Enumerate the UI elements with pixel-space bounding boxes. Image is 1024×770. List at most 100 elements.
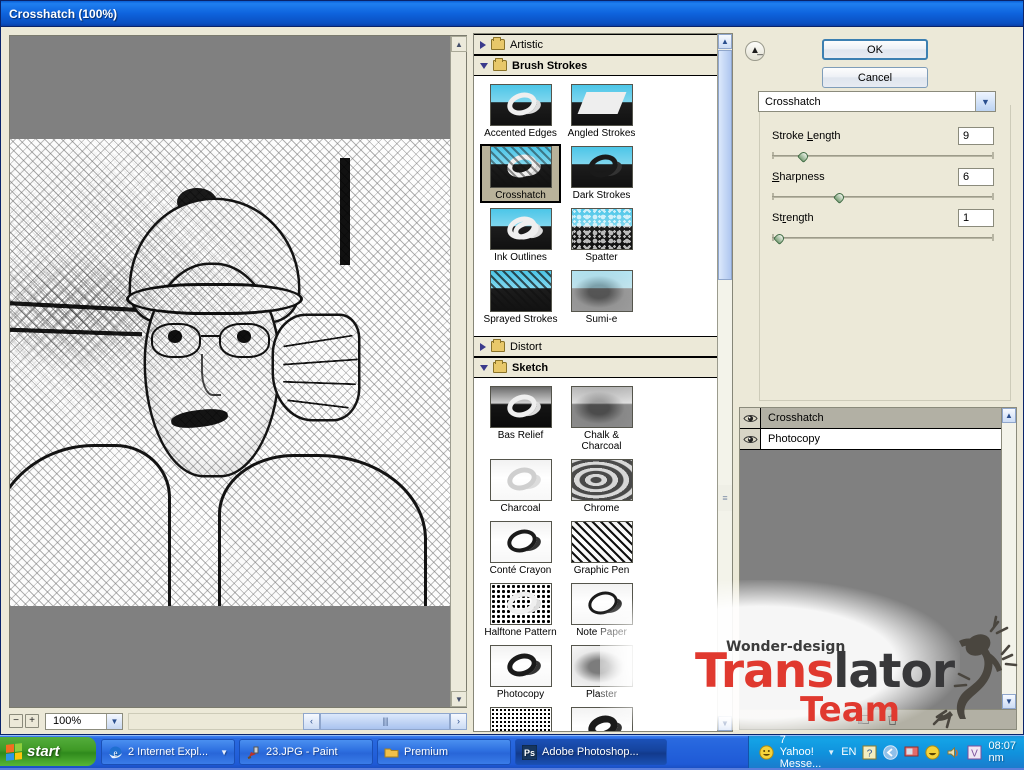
filter-thumbnail-bas-relief[interactable]: Bas Relief xyxy=(480,384,561,454)
effect-layer-name: Photocopy xyxy=(768,433,820,445)
filter-thumbnail-halftone-pattern[interactable]: Halftone Pattern xyxy=(480,581,561,640)
slider-track-sharpness[interactable] xyxy=(772,191,994,204)
filter-category-artistic[interactable]: Artistic xyxy=(474,34,717,55)
filter-thumbnail-stamp[interactable]: Stamp xyxy=(561,705,642,731)
slider-knob-sharpness[interactable] xyxy=(832,191,846,204)
filter-thumbnail-spatter[interactable]: Spatter xyxy=(561,206,642,265)
effect-layer-row[interactable]: Crosshatch xyxy=(740,408,1001,429)
filter-gallery-column: Artistic Brush Strokes Accented Edges Angle… xyxy=(471,31,733,734)
filter-thumbnail-chrome[interactable]: Chrome xyxy=(561,457,642,516)
cancel-button[interactable]: Cancel xyxy=(822,67,928,88)
filter-thumbnail-angled-strokes[interactable]: Angled Strokes xyxy=(561,82,642,141)
filter-gallery-scroll-area[interactable]: Artistic Brush Strokes Accented Edges Angle… xyxy=(474,34,717,731)
scroll-track[interactable] xyxy=(718,280,732,485)
scroll-up-icon[interactable]: ▲ xyxy=(718,34,732,49)
filter-category-sketch[interactable]: Sketch xyxy=(474,357,717,378)
taskbar-button-premium[interactable]: Premium xyxy=(377,739,511,765)
start-button[interactable]: start xyxy=(0,737,96,766)
scroll-up-icon[interactable]: ▲ xyxy=(1002,408,1016,423)
taskbar-button-adobe-photoshop[interactable]: Ps Adobe Photoshop... xyxy=(515,739,667,765)
slider-knob-stroke-length[interactable] xyxy=(797,150,810,163)
scroll-down-icon[interactable]: ▼ xyxy=(451,691,467,707)
scroll-thumb[interactable]: |||| xyxy=(320,712,450,730)
dialog-title: Crosshatch (100%) xyxy=(9,6,118,21)
layers-vertical-scrollbar[interactable]: ▲ ▼ xyxy=(1001,408,1016,709)
slider-knob-strength[interactable] xyxy=(772,232,786,245)
language-indicator[interactable]: EN xyxy=(841,746,856,758)
filter-thumbnail-chalk-charcoal[interactable]: Chalk & Charcoal xyxy=(561,384,642,454)
preview-horizontal-scrollbar[interactable]: ‹ |||| › xyxy=(128,712,467,730)
scroll-track[interactable] xyxy=(1002,423,1016,694)
yahoo-smiley-icon[interactable] xyxy=(925,744,941,760)
effect-layers-list[interactable]: Crosshatch Photocopy xyxy=(740,408,1001,709)
filter-thumbnail-crosshatch[interactable]: Crosshatch xyxy=(480,144,561,203)
preview-canvas[interactable] xyxy=(10,36,450,707)
effect-layer-row[interactable]: Photocopy xyxy=(740,429,1001,450)
zoom-in-button[interactable]: + xyxy=(25,714,39,728)
help-icon[interactable]: ? xyxy=(862,745,877,760)
filter-thumbnail-photocopy[interactable]: Photocopy xyxy=(480,643,561,702)
svg-text:?: ? xyxy=(867,748,873,759)
yahoo-messenger-label[interactable]: 7 Yahoo! Messe... xyxy=(780,734,822,770)
zoom-level-combobox[interactable]: 100% ▼ xyxy=(45,712,123,730)
avg-icon[interactable]: V xyxy=(967,745,982,760)
filter-category-distort[interactable]: Distort xyxy=(474,336,717,357)
chevron-down-icon[interactable]: ▼ xyxy=(975,92,995,111)
chevron-down-icon[interactable]: ▼ xyxy=(220,748,228,757)
clock[interactable]: 08:07 nm xyxy=(988,740,1016,764)
filter-thumbnail-dark-strokes[interactable]: Dark Strokes xyxy=(561,144,642,203)
scroll-down-icon[interactable]: ▼ xyxy=(1002,694,1016,709)
slider-track-strength[interactable] xyxy=(772,232,994,245)
filter-thumbnail-ink-outlines[interactable]: Ink Outlines xyxy=(480,206,561,265)
filter-thumbnail-sprayed-strokes[interactable]: Sprayed Strokes xyxy=(480,268,561,327)
slider-track-stroke-length[interactable] xyxy=(772,150,994,163)
filter-thumbnail-note-paper[interactable]: Note Paper xyxy=(561,581,642,640)
double-chevron-up-icon[interactable]: ▲̲ xyxy=(745,41,765,61)
scroll-track[interactable] xyxy=(718,511,732,716)
filter-thumbnail-cont-crayon[interactable]: Conté Crayon xyxy=(480,519,561,578)
show-hidden-icons-icon[interactable] xyxy=(883,744,899,760)
filter-thumbnail-plaster[interactable]: Plaster xyxy=(561,643,642,702)
chevron-down-icon[interactable]: ▼ xyxy=(827,748,835,757)
scroll-left-icon[interactable]: ‹ xyxy=(303,712,320,730)
filter-category-brush-strokes[interactable]: Brush Strokes xyxy=(474,55,717,76)
eye-visibility-icon[interactable] xyxy=(740,408,761,428)
gallery-vertical-scrollbar[interactable]: ▲ ≡ ▼ xyxy=(717,34,732,731)
scroll-right-icon[interactable]: › xyxy=(450,712,467,730)
volume-icon[interactable] xyxy=(946,745,961,760)
slider-value-strength[interactable]: 1 xyxy=(958,209,994,227)
delete-effect-layer-icon[interactable] xyxy=(886,713,899,726)
filter-thumbnail-reticulation[interactable]: Reticulation xyxy=(480,705,561,731)
scroll-track[interactable] xyxy=(128,712,303,730)
scroll-thumb[interactable] xyxy=(718,50,732,280)
filter-thumbnail-sumi-e[interactable]: Sumi-e xyxy=(561,268,642,327)
chevron-down-icon[interactable] xyxy=(480,62,488,69)
eye-visibility-icon[interactable] xyxy=(740,429,761,449)
filter-thumbnail-image xyxy=(570,208,633,250)
slider-value-sharpness[interactable]: 6 xyxy=(958,168,994,186)
taskbar-button-2-internet-expl[interactable]: e 2 Internet Expl... ▼ xyxy=(101,739,235,765)
filter-name-dropdown[interactable]: Crosshatch ▼ xyxy=(758,91,996,112)
filter-settings-panel: Crosshatch ▼ Stroke Length 9 Sharpness 6 Str… xyxy=(758,91,1011,401)
filter-gallery-dialog: Crosshatch (100%) ▲ ▼ − + 100% ▼ ‹ |||| … xyxy=(0,0,1024,735)
filter-category-label: Sketch xyxy=(512,361,549,374)
chevron-down-icon[interactable]: ▼ xyxy=(106,713,122,729)
slider-value-stroke-length[interactable]: 9 xyxy=(958,127,994,145)
new-effect-layer-icon[interactable] xyxy=(857,713,870,726)
monitor-icon[interactable] xyxy=(904,745,919,760)
ok-button[interactable]: OK xyxy=(822,39,928,60)
preview-vertical-scrollbar[interactable]: ▲ ▼ xyxy=(450,36,467,707)
scroll-up-icon[interactable]: ▲ xyxy=(451,36,467,52)
taskbar-button-23-jpg-paint[interactable]: 23.JPG - Paint xyxy=(239,739,373,765)
chevron-right-icon[interactable] xyxy=(480,342,486,351)
filter-thumbnail-image xyxy=(489,645,552,687)
zoom-out-button[interactable]: − xyxy=(9,714,23,728)
filter-thumbnail-accented-edges[interactable]: Accented Edges xyxy=(480,82,561,141)
scroll-down-icon[interactable]: ▼ xyxy=(718,716,732,731)
yahoo-smiley-icon[interactable] xyxy=(759,744,774,760)
system-tray: 7 Yahoo! Messe... ▼ EN ? V 08:07 nm xyxy=(747,734,1024,770)
chevron-down-icon[interactable] xyxy=(480,364,488,371)
chevron-right-icon[interactable] xyxy=(480,40,486,49)
filter-thumbnail-charcoal[interactable]: Charcoal xyxy=(480,457,561,516)
filter-thumbnail-graphic-pen[interactable]: Graphic Pen xyxy=(561,519,642,578)
